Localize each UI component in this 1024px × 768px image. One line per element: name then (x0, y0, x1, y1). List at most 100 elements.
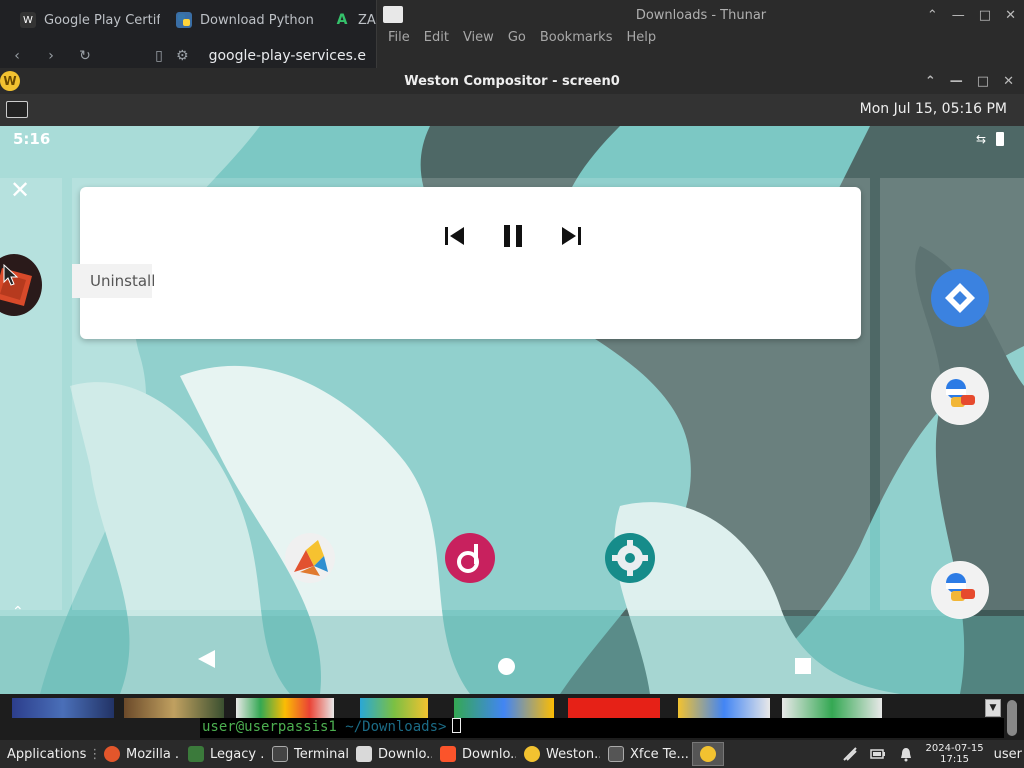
terminal-launcher-icon[interactable] (6, 101, 28, 118)
applications-menu[interactable]: Applications ⋮ (0, 747, 101, 762)
browser-tab-za[interactable]: A ZA (314, 6, 376, 34)
task-thunar-downloads[interactable]: Downlo... (352, 742, 432, 766)
browser-tab-python[interactable]: Download Python | P (156, 6, 316, 34)
tab-label: Download Python | P (200, 12, 316, 28)
nav-back-button[interactable] (198, 650, 215, 668)
maximize-up-icon[interactable]: ⌃ (927, 8, 938, 23)
android-screen[interactable]: 5:16 ⇆ ✕ Uninstall ⌃ (0, 126, 1024, 694)
mouse-pointer-icon (3, 264, 19, 286)
thumbnail-image[interactable] (12, 698, 114, 718)
thumbnail-image[interactable] (360, 698, 428, 718)
network-disconnected-icon[interactable] (842, 746, 858, 762)
recent-app-card-left[interactable] (0, 178, 62, 610)
media-notification-card[interactable] (80, 187, 861, 339)
weston-titlebar[interactable]: W Weston Compositor - screen0 ⌃ — □ ✕ (0, 68, 1024, 94)
task-weston[interactable]: Weston... (520, 742, 600, 766)
task-terminal[interactable]: Terminal (268, 742, 348, 766)
thunar-window-controls: ⌃ — □ ✕ (927, 8, 1016, 23)
thumb-spacer (770, 698, 782, 718)
android-studio-icon: A (336, 12, 348, 28)
browser-window: W Google Play Certific Download Python |… (0, 0, 376, 68)
close-icon[interactable]: ✕ (1005, 8, 1016, 23)
thumb-spacer (554, 698, 568, 718)
thumbnail-image[interactable] (782, 698, 882, 718)
maximize-up-icon[interactable]: ⌃ (925, 74, 936, 89)
task-firefox[interactable]: Mozilla ... (100, 742, 180, 766)
gallery-icon[interactable] (284, 532, 336, 584)
thumb-spacer (114, 698, 124, 718)
restore-icon[interactable]: □ (977, 74, 989, 89)
restore-icon[interactable]: □ (979, 8, 991, 23)
task-brave-downloads[interactable]: Downlo... (436, 742, 516, 766)
android-status-bar: 5:16 ⇆ (0, 126, 1024, 154)
messaging-icon[interactable] (931, 367, 989, 425)
maps-navigation-icon[interactable] (931, 269, 989, 327)
skip-previous-icon[interactable] (440, 221, 470, 251)
site-settings-icon[interactable]: ⚙ (176, 48, 189, 64)
forward-arrow-icon[interactable]: › (34, 48, 68, 64)
menu-help[interactable]: Help (626, 30, 656, 52)
minimize-icon[interactable]: — (952, 8, 965, 23)
messaging-icon[interactable] (931, 561, 989, 619)
task-label: Downlo... (462, 746, 516, 762)
thunar-menubar: File Edit View Go Bookmarks Help (377, 30, 659, 52)
back-arrow-icon[interactable]: ‹ (0, 48, 34, 64)
weston-logo-icon: W (0, 71, 20, 91)
wikipedia-icon: W (20, 12, 36, 28)
task-weston-active[interactable] (692, 742, 724, 766)
desktop: W Google Play Certific Download Python |… (0, 0, 1024, 768)
task-label: Weston... (546, 746, 600, 762)
thumbnail-image[interactable] (678, 698, 770, 718)
minimize-icon[interactable]: — (950, 74, 963, 89)
skip-next-icon[interactable] (556, 221, 586, 251)
thumbnail-image[interactable] (124, 698, 224, 718)
terminal-icon (272, 746, 288, 762)
media-controls (440, 221, 586, 251)
weston-panel: Mon Jul 15, 05:16 PM (0, 94, 1024, 126)
uninstall-button[interactable]: Uninstall (72, 264, 155, 298)
settings-gear-icon[interactable] (604, 532, 656, 584)
battery-icon[interactable] (869, 746, 886, 762)
taskbar-clock[interactable]: 2024-07-15 17:15 (926, 743, 984, 765)
reload-icon[interactable]: ↻ (68, 48, 102, 64)
close-icon[interactable]: ✕ (10, 178, 30, 202)
scrollbar[interactable] (1007, 700, 1017, 736)
thumbnail-strip (0, 698, 1004, 718)
prompt-user: user@userpassis1 (202, 719, 337, 735)
prompt-path: ~/Downloads> (345, 719, 447, 735)
play-store-thumbnail[interactable] (236, 698, 334, 718)
menu-edit[interactable]: Edit (424, 30, 449, 52)
device-icon[interactable]: ▯ (142, 48, 176, 64)
thunar-window: Downloads - Thunar ⌃ — □ ✕ File Edit Vie… (376, 0, 1024, 68)
url-bar[interactable]: google-play-services.e (209, 48, 366, 64)
menu-view[interactable]: View (463, 30, 494, 52)
nav-recents-button[interactable] (795, 658, 811, 674)
nav-home-button[interactable] (498, 658, 515, 675)
tab-label: Google Play Certific (44, 12, 160, 28)
thumb-spacer (660, 698, 678, 718)
network-icon: ⇆ (975, 132, 986, 146)
chevron-up-icon[interactable]: ⌃ (12, 604, 24, 620)
thumb-spacer (428, 698, 454, 718)
music-player-icon[interactable] (444, 532, 496, 584)
close-icon[interactable]: ✕ (1003, 74, 1014, 89)
notification-bell-icon[interactable] (898, 746, 914, 762)
task-legacy[interactable]: Legacy ... (184, 742, 264, 766)
python-icon (176, 12, 192, 28)
menu-go[interactable]: Go (508, 30, 526, 52)
menu-bookmarks[interactable]: Bookmarks (540, 30, 613, 52)
terminal-prompt[interactable]: user@userpassis1 ~/Downloads> (200, 718, 1004, 738)
menu-file[interactable]: File (388, 30, 410, 52)
pause-icon[interactable] (498, 221, 528, 251)
task-xfce-terminal[interactable]: Xfce Te... (604, 742, 688, 766)
tab-label: ZA (358, 12, 376, 28)
user-menu[interactable]: user (994, 747, 1022, 762)
youtube-thumbnail[interactable] (568, 698, 660, 718)
weston-icon (700, 746, 716, 762)
strip-dropdown-icon[interactable]: ▼ (985, 699, 1001, 717)
chrome-thumbnail[interactable] (454, 698, 554, 718)
folder-icon (356, 746, 372, 762)
legacy-app-icon (188, 746, 204, 762)
browser-tab-google-play[interactable]: W Google Play Certific (0, 6, 160, 34)
terminal-icon (608, 746, 624, 762)
